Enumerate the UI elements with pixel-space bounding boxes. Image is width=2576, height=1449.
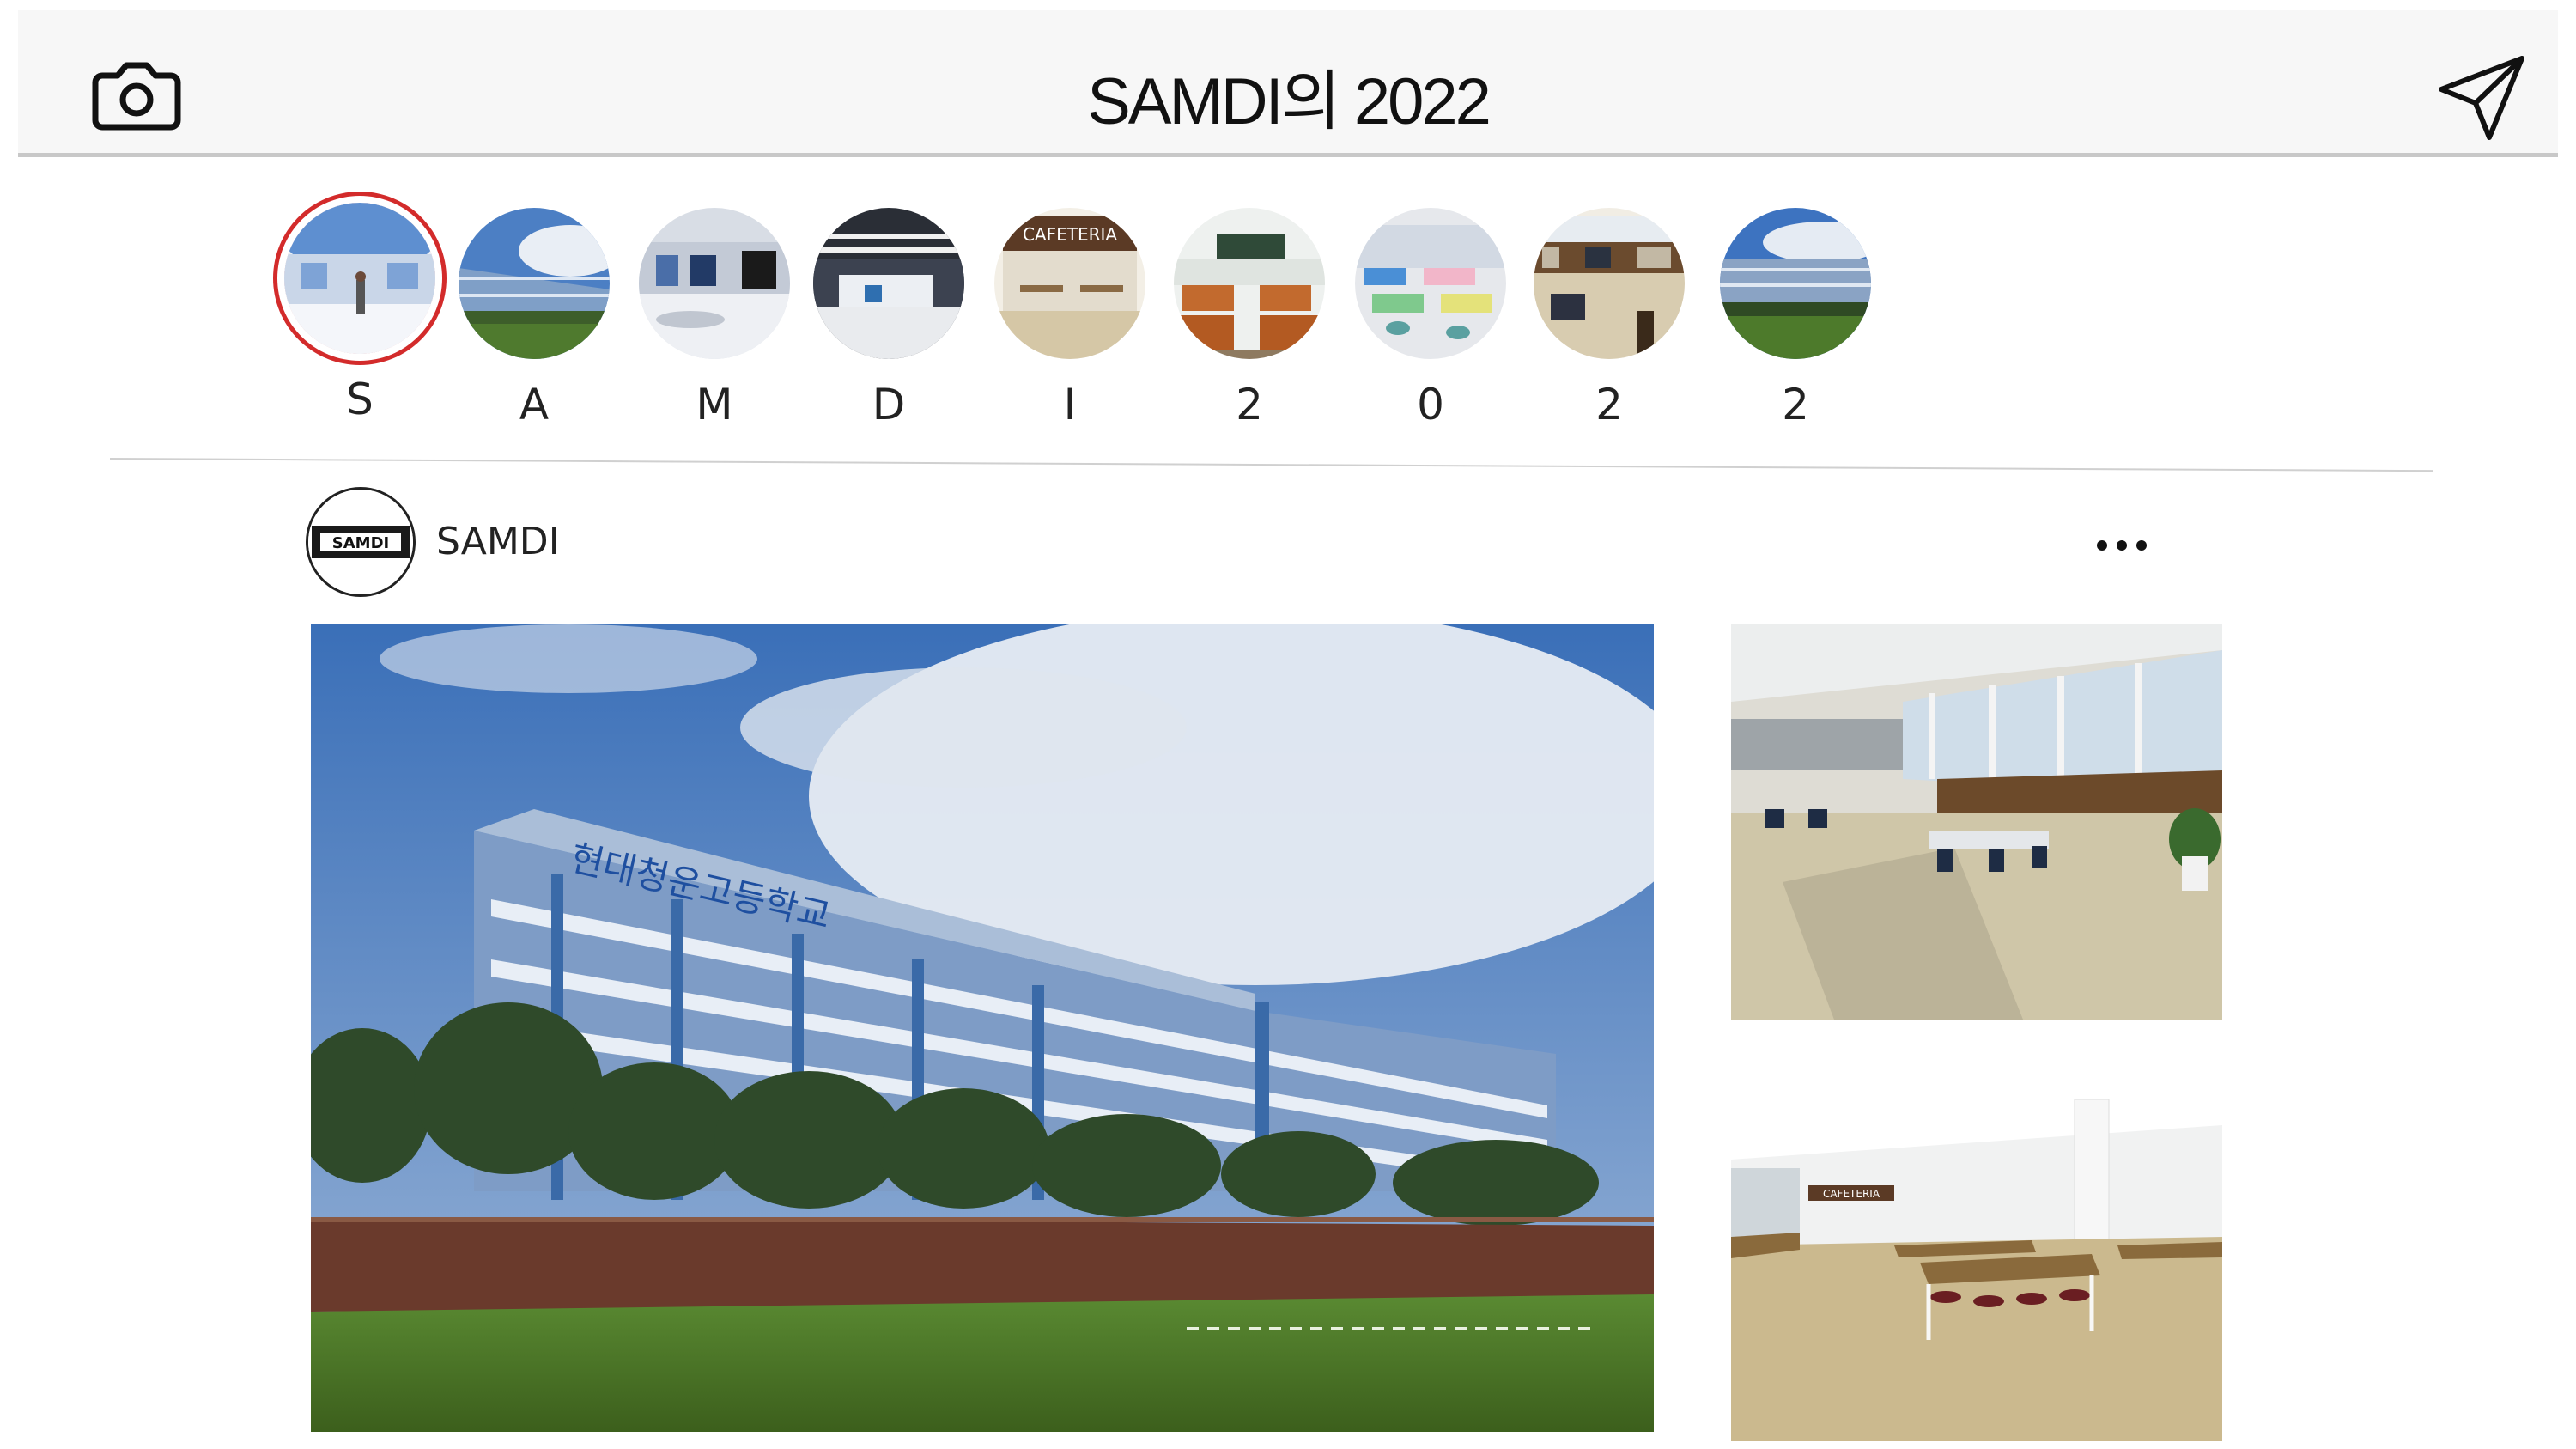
story-thumbnail[interactable] [1534,208,1685,359]
story-thumbnail[interactable] [813,208,964,359]
story-label: 2 [1595,380,1623,429]
story-label: 0 [1417,380,1444,429]
avatar-logo-text: SAMDI [332,534,389,552]
story-thumbnail[interactable] [1355,208,1506,359]
post-main-photo[interactable]: 현대청운고등학교 [311,624,1654,1432]
post-side-photo[interactable] [1731,624,2222,1020]
story-label: S [346,374,374,424]
story-label: I [1063,380,1077,429]
story-label: M [696,380,733,429]
svg-text:CAFETERIA: CAFETERIA [1023,224,1117,245]
cafeteria-sign-text: CAFETERIA [1823,1188,1880,1200]
story-thumbnail[interactable] [639,208,790,359]
story-label: D [872,380,906,429]
story-thumbnail[interactable]: CAFETERIA [994,208,1145,359]
avatar[interactable]: SAMDI [306,487,416,597]
story-thumbnail[interactable] [1174,208,1325,359]
story-label: 2 [1236,380,1263,429]
story-label: 2 [1782,380,1809,429]
divider [109,458,2433,472]
stories-row: S A M D CAFETERIA I 2 0 2 2 [0,0,2576,447]
story-thumbnail[interactable] [1720,208,1871,359]
post-username[interactable]: SAMDI [436,520,560,563]
story-thumbnail[interactable] [459,208,610,359]
post-side-photo[interactable]: CAFETERIA [1731,1048,2222,1441]
page: SAMDI의 2022 S A M D CAFETERIA I 2 0 2 2 … [0,0,2576,1449]
more-horizontal-icon[interactable] [2092,533,2152,558]
story-label: A [519,380,550,429]
story-thumbnail[interactable] [284,203,435,354]
